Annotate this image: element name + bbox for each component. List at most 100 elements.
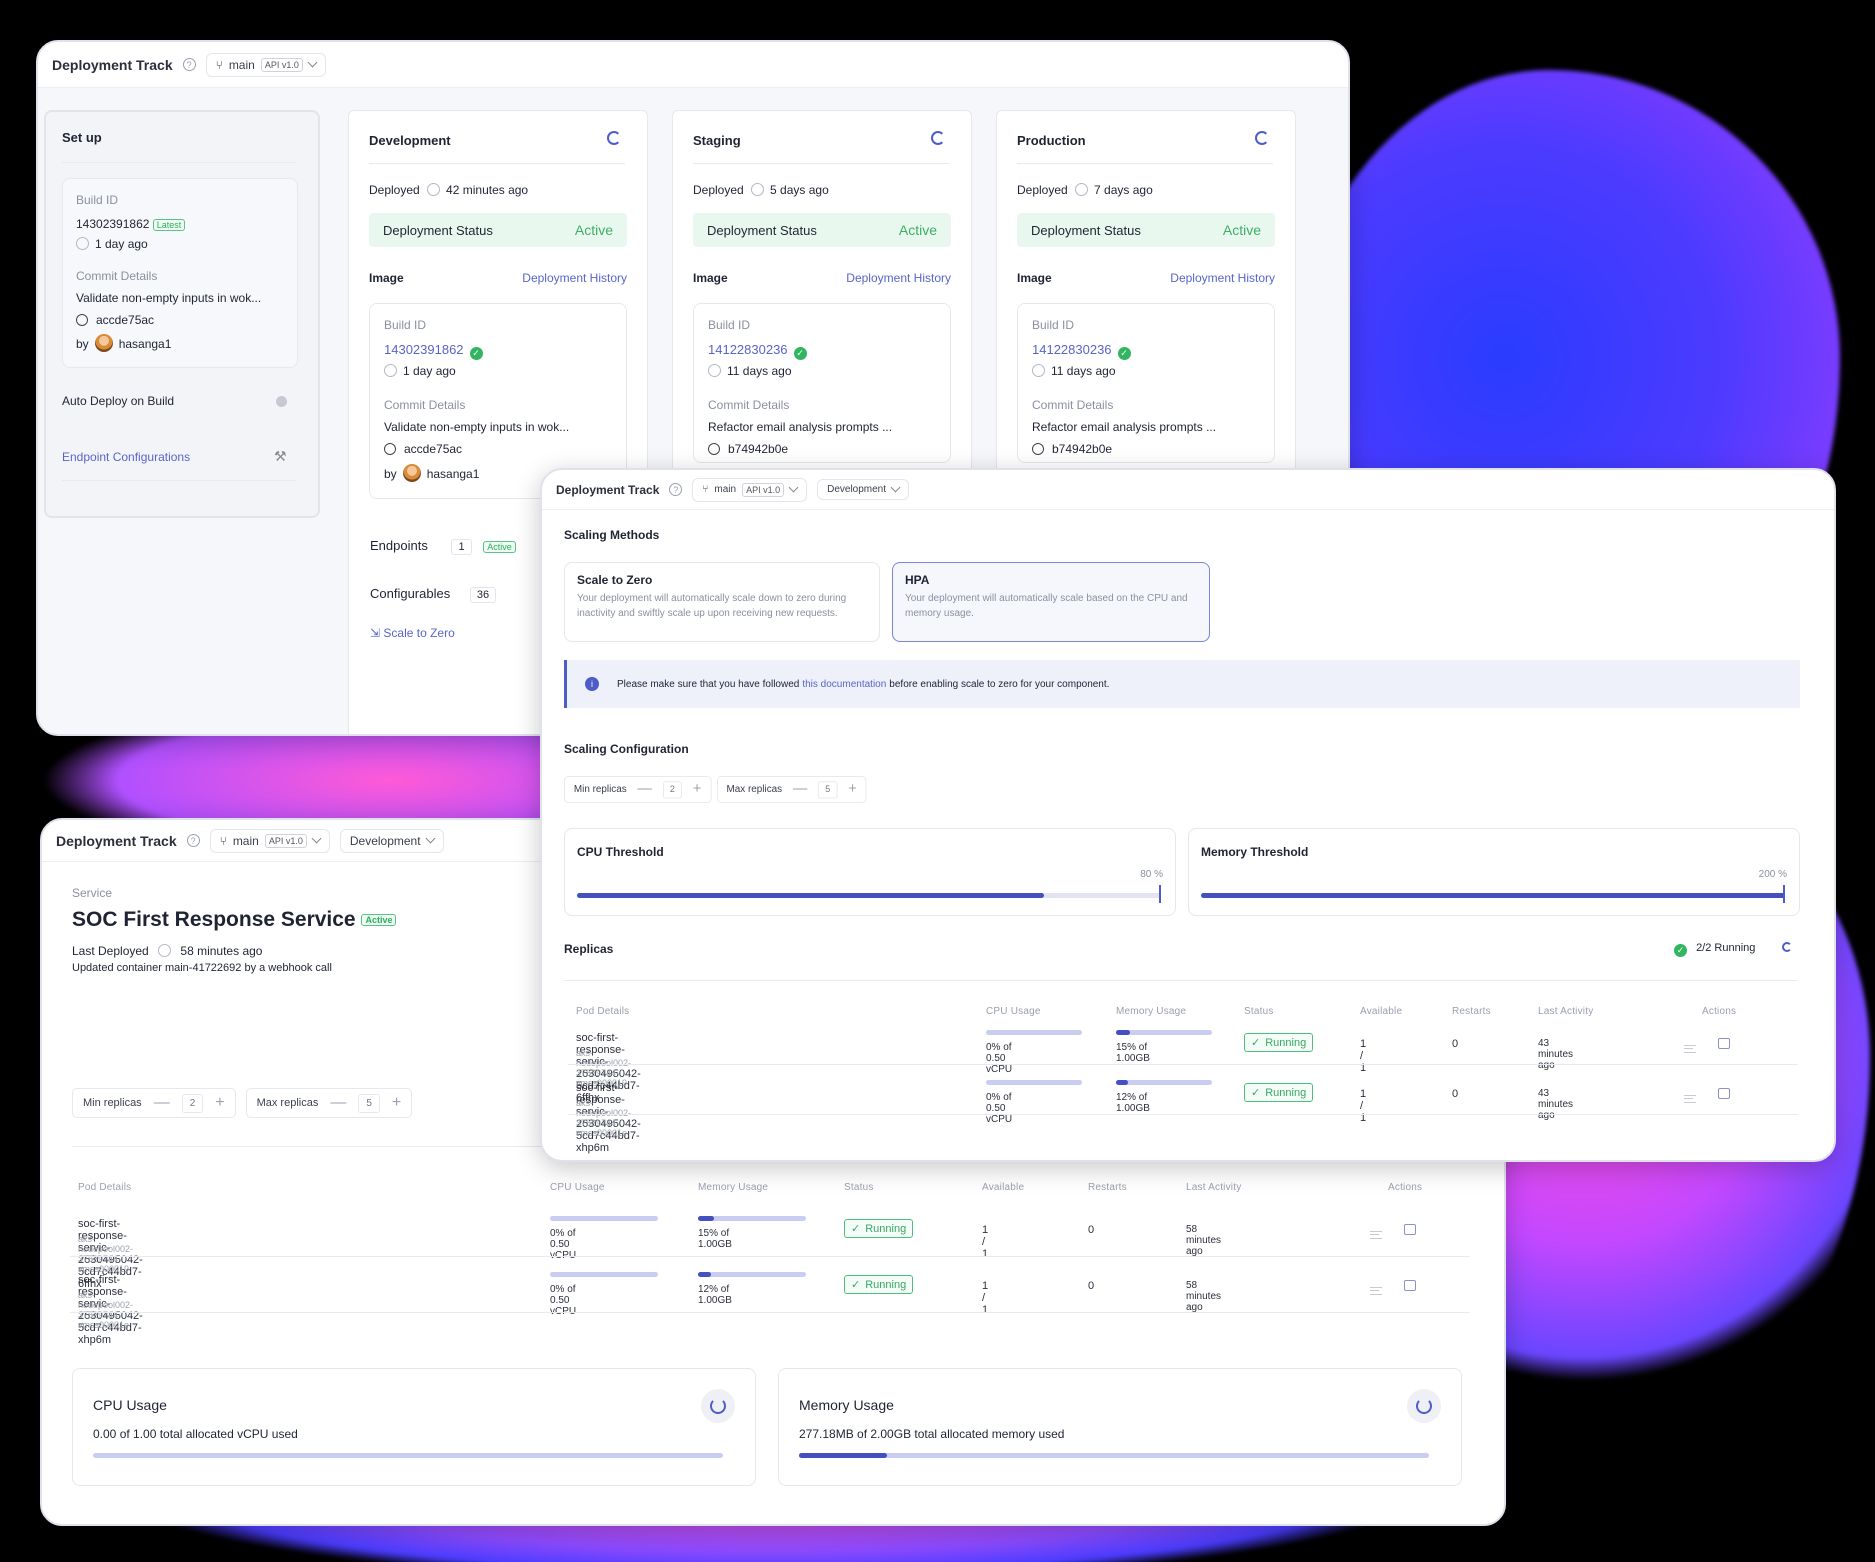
check-icon: ✓	[1674, 944, 1687, 957]
branch-selector[interactable]: ⑂ main API v1.0	[692, 477, 808, 502]
last-activity: 58 minutes ago	[1186, 1280, 1222, 1313]
logs-icon[interactable]	[1684, 1095, 1696, 1103]
api-version: API v1.0	[260, 57, 303, 72]
env-name: Staging	[693, 133, 741, 148]
max-replicas-stepper[interactable]: Max replicas —5 +	[716, 776, 867, 803]
image-label: Image	[1017, 271, 1052, 285]
documentation-link[interactable]: this documentation	[802, 679, 886, 690]
memory-usage-bar	[698, 1216, 806, 1221]
commit-message: Refactor email analysis prompts ...	[1032, 420, 1217, 434]
deployment-history-link[interactable]: Deployment History	[846, 271, 951, 285]
restarts-count: 0	[1452, 1038, 1459, 1050]
build-id-link[interactable]: 14122830236	[1032, 342, 1112, 357]
memory-usage-text: 12% of 1.00GB	[698, 1284, 732, 1306]
environment-selector[interactable]: Development	[817, 479, 910, 500]
plus-icon[interactable]: +	[392, 1094, 401, 1112]
clock-icon	[708, 364, 721, 377]
deployed-ago: 5 days ago	[770, 183, 829, 197]
min-replicas-stepper[interactable]: Min replicas —2 +	[564, 776, 712, 803]
commit-icon	[384, 443, 396, 455]
minus-icon[interactable]: —	[154, 1094, 170, 1112]
pie-chart-icon[interactable]	[701, 1389, 735, 1423]
refresh-icon[interactable]	[1782, 942, 1793, 952]
restarts-count: 0	[1088, 1280, 1095, 1292]
slider-handle[interactable]	[1159, 885, 1161, 903]
branch-selector[interactable]: ⑂ main API v1.0	[205, 52, 326, 77]
logs-icon[interactable]	[1370, 1287, 1382, 1295]
refresh-icon[interactable]	[607, 131, 621, 145]
refresh-icon[interactable]	[931, 131, 945, 145]
plus-icon[interactable]: +	[215, 1094, 224, 1112]
pie-chart-icon[interactable]	[1407, 1389, 1441, 1423]
memory-threshold-value: 200 %	[1758, 869, 1787, 880]
check-circle-icon: ✓	[1251, 1087, 1261, 1099]
chevron-down-icon	[788, 482, 799, 493]
terminal-icon[interactable]	[1404, 1280, 1416, 1291]
terminal-icon[interactable]	[1718, 1088, 1730, 1099]
refresh-icon[interactable]	[1255, 131, 1269, 145]
author-name: hasanga1	[118, 337, 172, 351]
cpu-usage-text: 0% of 0.50 vCPU	[986, 1042, 1013, 1075]
logs-icon[interactable]	[1370, 1231, 1382, 1239]
plus-icon[interactable]: +	[848, 781, 856, 797]
scale-to-zero-link[interactable]: ⇲ Scale to Zero	[370, 626, 455, 640]
build-id-link[interactable]: 14122830236	[708, 342, 788, 357]
tools-icon[interactable]: ⚒	[274, 448, 287, 465]
column-header: Status	[1244, 1006, 1274, 1017]
plus-icon[interactable]: +	[693, 781, 701, 797]
min-replicas-stepper[interactable]: Min replicas —2 +	[72, 1088, 236, 1118]
status-value: Active	[898, 222, 937, 238]
minus-icon[interactable]: —	[793, 781, 807, 797]
column-header: Actions	[1388, 1182, 1423, 1193]
logs-icon[interactable]	[1684, 1045, 1696, 1053]
image-label: Image	[693, 271, 728, 285]
commit-icon	[708, 443, 720, 455]
deployment-history-link[interactable]: Deployment History	[522, 271, 627, 285]
help-icon[interactable]: ?	[186, 834, 200, 847]
deployment-history-link[interactable]: Deployment History	[1170, 271, 1275, 285]
by-label: by	[76, 337, 89, 351]
column-header: Memory Usage	[1116, 1006, 1187, 1017]
status-value: Active	[1222, 222, 1261, 238]
minus-icon[interactable]: —	[330, 1094, 346, 1112]
max-replicas-stepper[interactable]: Max replicas —5 +	[245, 1088, 413, 1118]
author-name: hasanga1	[426, 467, 480, 481]
endpoint-configurations-link[interactable]: Endpoint Configurations	[62, 450, 190, 464]
commit-message: Validate non-empty inputs in wok...	[76, 291, 262, 305]
build-id-link[interactable]: 14302391862	[384, 342, 464, 357]
cpu-usage-text: 0% of 0.50 vCPU	[986, 1092, 1013, 1125]
terminal-icon[interactable]	[1718, 1038, 1730, 1049]
commit-message: Validate non-empty inputs in wok...	[384, 420, 570, 434]
column-header: Memory Usage	[698, 1182, 769, 1193]
column-header: Actions	[1702, 1006, 1737, 1017]
scale-to-zero-option[interactable]: Scale to Zero Your deployment will autom…	[564, 562, 880, 642]
memory-threshold-slider[interactable]	[1201, 893, 1785, 898]
branch-icon: ⑂	[702, 484, 709, 495]
scale-icon: ⇲	[370, 626, 381, 640]
info-banner: i Please make sure that you have followe…	[564, 660, 1800, 708]
minus-icon[interactable]: —	[638, 781, 652, 797]
clock-icon	[158, 944, 172, 957]
memory-usage-text: 12% of 1.00GB	[1116, 1092, 1150, 1114]
column-header: Available	[1360, 1006, 1403, 1017]
cpu-usage-bar	[550, 1216, 658, 1221]
help-icon[interactable]: ?	[669, 483, 683, 496]
hpa-option[interactable]: HPA Your deployment will automatically s…	[892, 562, 1210, 642]
slider-handle[interactable]	[1783, 885, 1785, 903]
clock-icon	[751, 183, 765, 196]
restarts-count: 0	[1452, 1088, 1459, 1100]
environment-selector[interactable]: Development	[339, 828, 444, 853]
commit-hash: accde75ac	[96, 313, 155, 327]
chevron-down-icon	[311, 833, 322, 844]
branch-selector[interactable]: ⑂ main API v1.0	[209, 828, 330, 853]
cpu-threshold-slider[interactable]	[577, 893, 1161, 898]
check-icon: ✓	[793, 347, 807, 360]
available-count: 1 / 1	[1360, 1088, 1367, 1124]
terminal-icon[interactable]	[1404, 1224, 1416, 1235]
last-deployed-ago: 58 minutes ago	[180, 944, 263, 958]
column-header: Last Activity	[1538, 1006, 1594, 1017]
column-header: Last Activity	[1186, 1182, 1242, 1193]
auto-deploy-toggle[interactable]	[276, 396, 287, 407]
help-icon[interactable]: ?	[182, 58, 196, 71]
info-icon: i	[585, 677, 599, 691]
